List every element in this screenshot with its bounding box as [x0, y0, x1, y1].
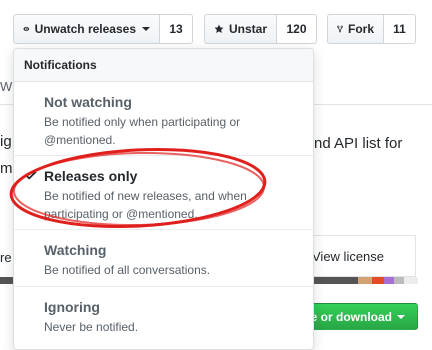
fork-button[interactable]: Fork — [327, 14, 384, 44]
option-title: Watching — [44, 242, 107, 258]
lang-segment — [384, 277, 394, 284]
view-license-link[interactable]: View license — [312, 249, 384, 264]
option-not-watching[interactable]: Not watching Be notified only when parti… — [14, 82, 313, 156]
unwatch-releases-button[interactable]: Unwatch releases — [13, 14, 160, 44]
option-description: Be notified only when participating or @… — [44, 115, 241, 147]
unstar-button[interactable]: Unstar — [204, 14, 277, 44]
option-releases-only[interactable]: Releases only Be notified of new release… — [14, 156, 313, 230]
description-fragment-left-2: m — [0, 160, 13, 177]
watchers-count[interactable]: 13 — [160, 14, 193, 44]
eye-icon — [23, 26, 30, 32]
star-button-group: Unstar 120 — [204, 14, 317, 44]
star-label: Unstar — [228, 22, 267, 36]
chevron-down-icon — [397, 314, 405, 319]
fork-label: Fork — [347, 22, 374, 36]
fork-button-group: Fork 11 — [327, 14, 416, 44]
summary-fragment-left: re — [0, 250, 12, 265]
dropdown-header: Notifications — [14, 49, 313, 82]
description-fragment-right: nd API list for — [314, 135, 403, 152]
clone-or-download-button[interactable]: ne or download — [296, 303, 418, 330]
description-fragment-left-1: ig — [0, 133, 12, 150]
lang-segment — [358, 277, 372, 284]
chevron-down-icon — [142, 27, 150, 31]
lang-segment — [372, 277, 384, 284]
star-icon — [214, 24, 224, 33]
option-ignoring[interactable]: Ignoring Never be notified. — [14, 287, 313, 347]
forks-count[interactable]: 11 — [384, 14, 416, 44]
stars-count[interactable]: 120 — [277, 14, 317, 44]
option-title: Releases only — [44, 168, 138, 184]
clone-label: ne or download — [303, 309, 392, 324]
fork-icon — [337, 25, 343, 33]
option-watching[interactable]: Watching Be notified of all conversation… — [14, 230, 313, 287]
option-description: Never be notified. — [44, 320, 139, 334]
lang-segment — [0, 277, 14, 284]
option-description: Be notified of all conversations. — [44, 263, 211, 277]
lang-segment — [394, 277, 404, 284]
option-description: Be notified of new releases, and when pa… — [44, 189, 247, 221]
notifications-dropdown: Notifications Not watching Be notified o… — [13, 48, 314, 350]
watch-label: Unwatch releases — [34, 22, 136, 36]
watch-button-group: Unwatch releases 13 — [13, 14, 193, 44]
language-bar — [310, 277, 418, 284]
option-title: Ignoring — [44, 299, 100, 315]
option-title: Not watching — [44, 94, 132, 110]
check-icon — [25, 170, 37, 180]
language-bar-left — [0, 277, 14, 284]
lang-segment — [310, 277, 358, 284]
lang-segment — [404, 277, 418, 284]
